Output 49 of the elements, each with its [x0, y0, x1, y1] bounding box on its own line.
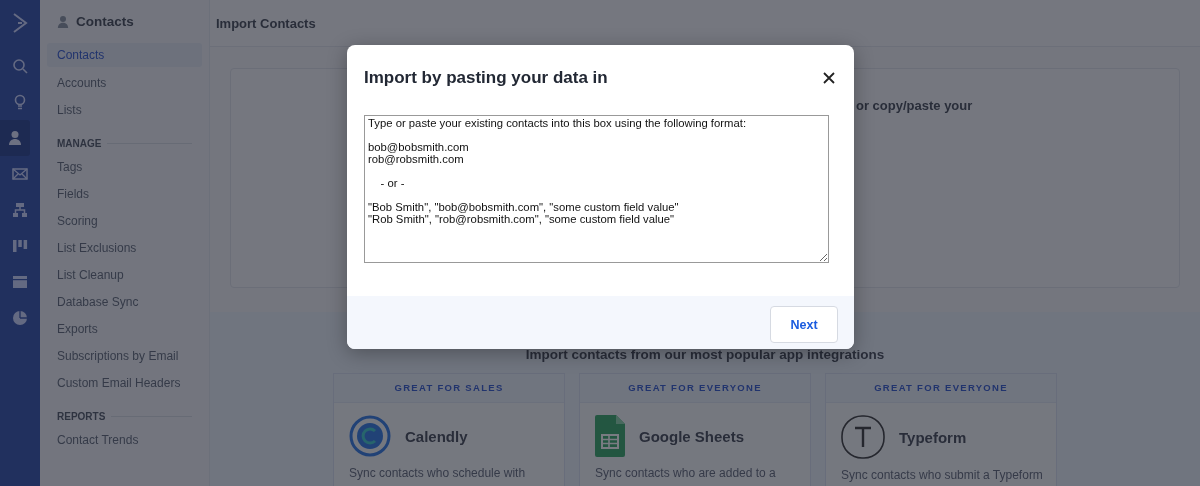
section-heading: REPORTS — [57, 411, 106, 422]
next-button[interactable]: Next — [770, 306, 838, 343]
c-logo-icon — [349, 415, 391, 457]
integration-tag: GREAT FOR EVERYONE — [826, 374, 1056, 403]
spreadsheet-icon — [595, 415, 625, 457]
upload-text: or copy/paste your — [856, 98, 973, 113]
person-icon — [8, 130, 22, 146]
browser-window-icon — [12, 275, 28, 289]
person-icon — [57, 14, 69, 29]
sidebar-item[interactable]: Contacts — [47, 43, 202, 67]
sidebar-item[interactable]: List Cleanup — [47, 262, 202, 289]
page-title: Import Contacts — [216, 15, 316, 31]
sidebar-item[interactable]: Custom Email Headers — [47, 370, 202, 397]
integrations-heading: Import contacts from our most popular app integrations — [525, 347, 885, 362]
sidebar-item[interactable]: Database Sync — [47, 289, 202, 316]
integration-tag: GREAT FOR EVERYONE — [580, 374, 810, 403]
dialog-title: Import by pasting your data in — [364, 68, 608, 88]
kanban-icon — [12, 239, 28, 253]
pie-chart-icon — [12, 310, 28, 326]
integration-description: Sync contacts who are added to a — [595, 466, 777, 480]
sidebar-item[interactable]: Scoring — [47, 208, 202, 235]
rail-button[interactable] — [0, 120, 30, 156]
paste-textarea[interactable]: Type or paste your existing contacts into this box using the following format: bob@bobsmith.com rob@robsmith.com - or - "Bob Smith", "bob@bobsmith.com", "some custom field value" "Rob Smith", "rob@robsmith.com", "some custom field value" — [364, 115, 829, 263]
integration-description: Sync contacts who schedule with — [349, 466, 527, 480]
sidebar-item[interactable]: Lists — [47, 97, 202, 124]
sidebar-item[interactable]: List Exclusions — [47, 235, 202, 262]
close-button[interactable] — [821, 70, 837, 86]
close-icon — [823, 72, 835, 84]
search-icon — [12, 58, 28, 74]
integration-name: Typeform — [899, 428, 967, 446]
sidebar-title: Contacts — [76, 14, 134, 29]
integration-tag: GREAT FOR SALES — [334, 374, 564, 403]
lightbulb-icon — [13, 94, 27, 110]
section-heading: MANAGE — [57, 138, 102, 149]
chevron-logo-icon[interactable] — [12, 12, 28, 34]
integration-description: Sync contacts who submit a Typeform — [841, 468, 1041, 482]
envelope-icon — [12, 168, 28, 180]
integration-name: Google Sheets — [639, 427, 745, 445]
integration-name: Calendly — [405, 427, 468, 445]
sidebar-item[interactable]: Contact Trends — [47, 427, 202, 454]
sidebar-item[interactable]: Tags — [47, 154, 202, 181]
integration-card[interactable]: GREAT FOR SALES Calendly Sync contacts who schedule with — [333, 373, 565, 486]
integration-card[interactable]: GREAT FOR EVERYONE Google Sheets Sync contacts who are added to a — [579, 373, 811, 486]
integration-card[interactable]: GREAT FOR EVERYONE Typeform Sync contacts who submit a Typeform — [825, 373, 1057, 486]
sidebar-item[interactable]: Fields — [47, 181, 202, 208]
sidebar-item[interactable]: Subscriptions by Email — [47, 343, 202, 370]
org-chart-icon — [12, 202, 28, 218]
sidebar-item[interactable]: Exports — [47, 316, 202, 343]
sidebar-item[interactable]: Accounts — [47, 70, 202, 97]
